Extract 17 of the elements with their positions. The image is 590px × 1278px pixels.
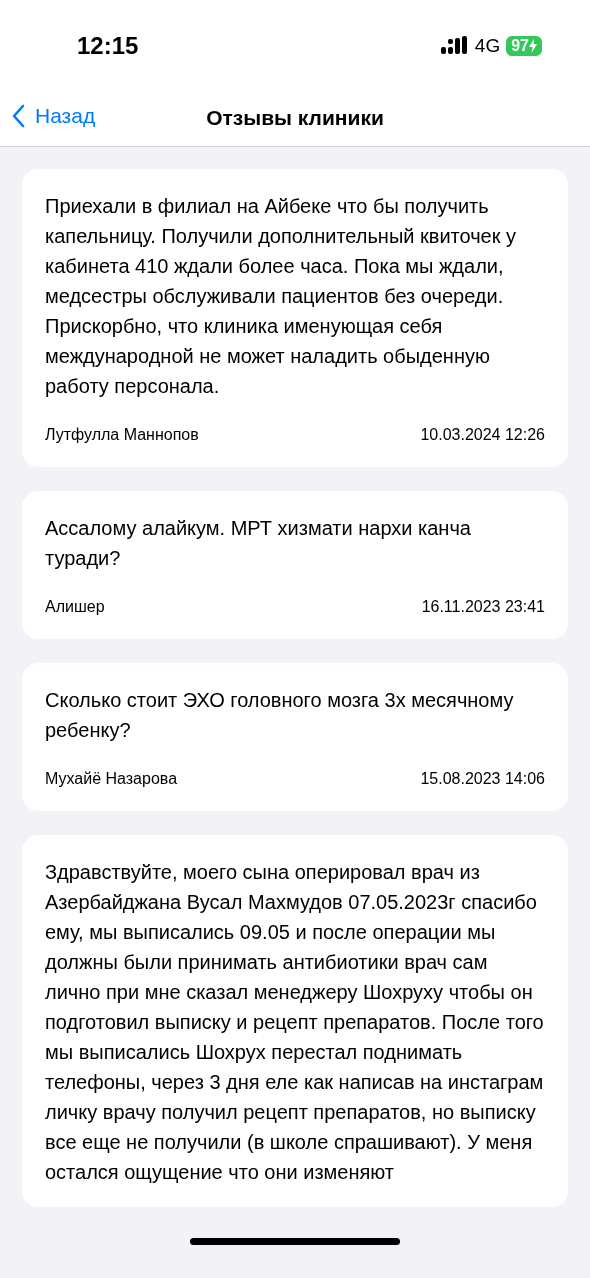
screen-title: Отзывы клиники [206,105,384,132]
battery-indicator: 97 [506,36,542,56]
review-text: Здравствуйте, моего сына оперировал врач из Азербайджана Вусал Махмудов 07.05.2023г спасибо ему, мы выписались 09.05 и после операции мы должны были принимать антибиотики врач сам лично при мне сказал менеджеру Шохруху чтобы он подготовил выписку и рецепт препаратов. После того мы выписались Шохрух перестал поднимать телефоны, через 3 дня еле как написав на инстаграм личку врачу получил рецепт препаратов, но выписку все еще не получили (в школе спрашивают). У меня остался ощущение что они изменяют [45,860,545,1185]
review-author: Лутфулла Маннопов [45,425,199,445]
status-time: 12:15 [77,31,139,61]
signal-icon [440,36,469,56]
back-chevron-icon [12,103,25,128]
review-text: Приехали в филиал на Айбеке что бы получить капельницу. Получили дополнительный квиточек у кабинета 410 ждали более часа. Пока мы ждали, медсестры обслуживали пациентов без очереди. Прискорбно, что клиника именующая себя международной не может наладить обыденную работу персонала. [45,194,518,399]
review-author: Алишер [45,597,105,617]
back-button[interactable]: Назад [12,100,96,132]
review-author: Мухайё Назарова [45,769,178,789]
review-date: 10.03.2024 12:26 [420,425,545,445]
review-date: 16.11.2023 23:41 [421,597,545,617]
review-text: Сколько стоит ЭХО головного мозга 3х месячному ребенку? [45,688,515,743]
network-label: 4G [474,33,501,58]
review-text: Ассалому алайкум. МРТ хизмати нархи канча туради? [45,516,472,571]
review-date: 15.08.2023 14:06 [420,769,545,789]
